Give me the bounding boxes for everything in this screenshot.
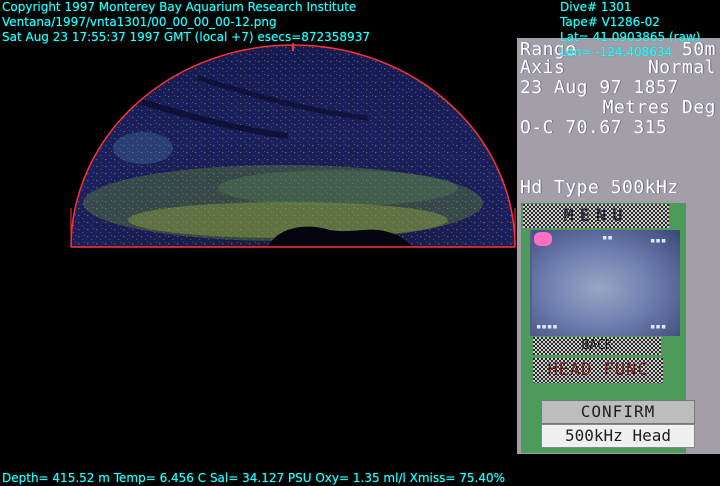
back-button[interactable]: BACK <box>533 337 661 355</box>
sonar-date: 23 Aug 97 1857 <box>520 77 679 98</box>
file-path-text: Ventana/1997/vnta1301/00_00_00_00-12.png <box>2 15 277 29</box>
axis-value: Normal <box>647 57 716 78</box>
camera-overlay-c: ▪▪▪▪ <box>536 322 558 332</box>
head-type-label: Hd Type 500kHz <box>520 177 679 198</box>
head-select-button[interactable]: 500kHz Head <box>541 424 695 448</box>
dive-number: Dive# 1301 <box>560 0 632 14</box>
camera-overlay-b: ▪▪▪ <box>650 236 667 246</box>
camera-overlay-d: ▪▪▪ <box>650 322 667 332</box>
oc-readout: O-C 70.67 315 <box>520 117 668 138</box>
units-label: Metres Deg <box>602 97 716 118</box>
longitude-readout: Lon= -124.408634 <box>560 45 673 59</box>
axis-label: Axis <box>520 57 566 78</box>
confirm-button[interactable]: CONFIRM <box>541 400 695 424</box>
camera-marker-icon <box>534 232 552 246</box>
latitude-readout: Lat= 41.0903865 (raw) <box>560 30 701 44</box>
menu-title: MENU <box>523 204 669 228</box>
sensor-readout-footer: Depth= 415.52 m Temp= 6.456 C Sal= 34.12… <box>2 471 506 485</box>
camera-preview: ▪▪ ▪▪▪ ▪▪▪▪ ▪▪▪ <box>530 230 680 336</box>
copyright-text: Copyright 1997 Monterey Bay Aquarium Res… <box>2 0 357 14</box>
head-func-button[interactable]: HEAD FUNC <box>533 358 663 383</box>
camera-overlay-a: ▪▪ <box>602 233 613 243</box>
axis-row: Axis Normal <box>520 58 716 78</box>
header-info-right: Dive# 1301 Tape# V1286-02 Lat= 41.090386… <box>560 0 700 60</box>
tape-number: Tape# V1286-02 <box>560 15 660 29</box>
sonar-display <box>70 43 516 248</box>
